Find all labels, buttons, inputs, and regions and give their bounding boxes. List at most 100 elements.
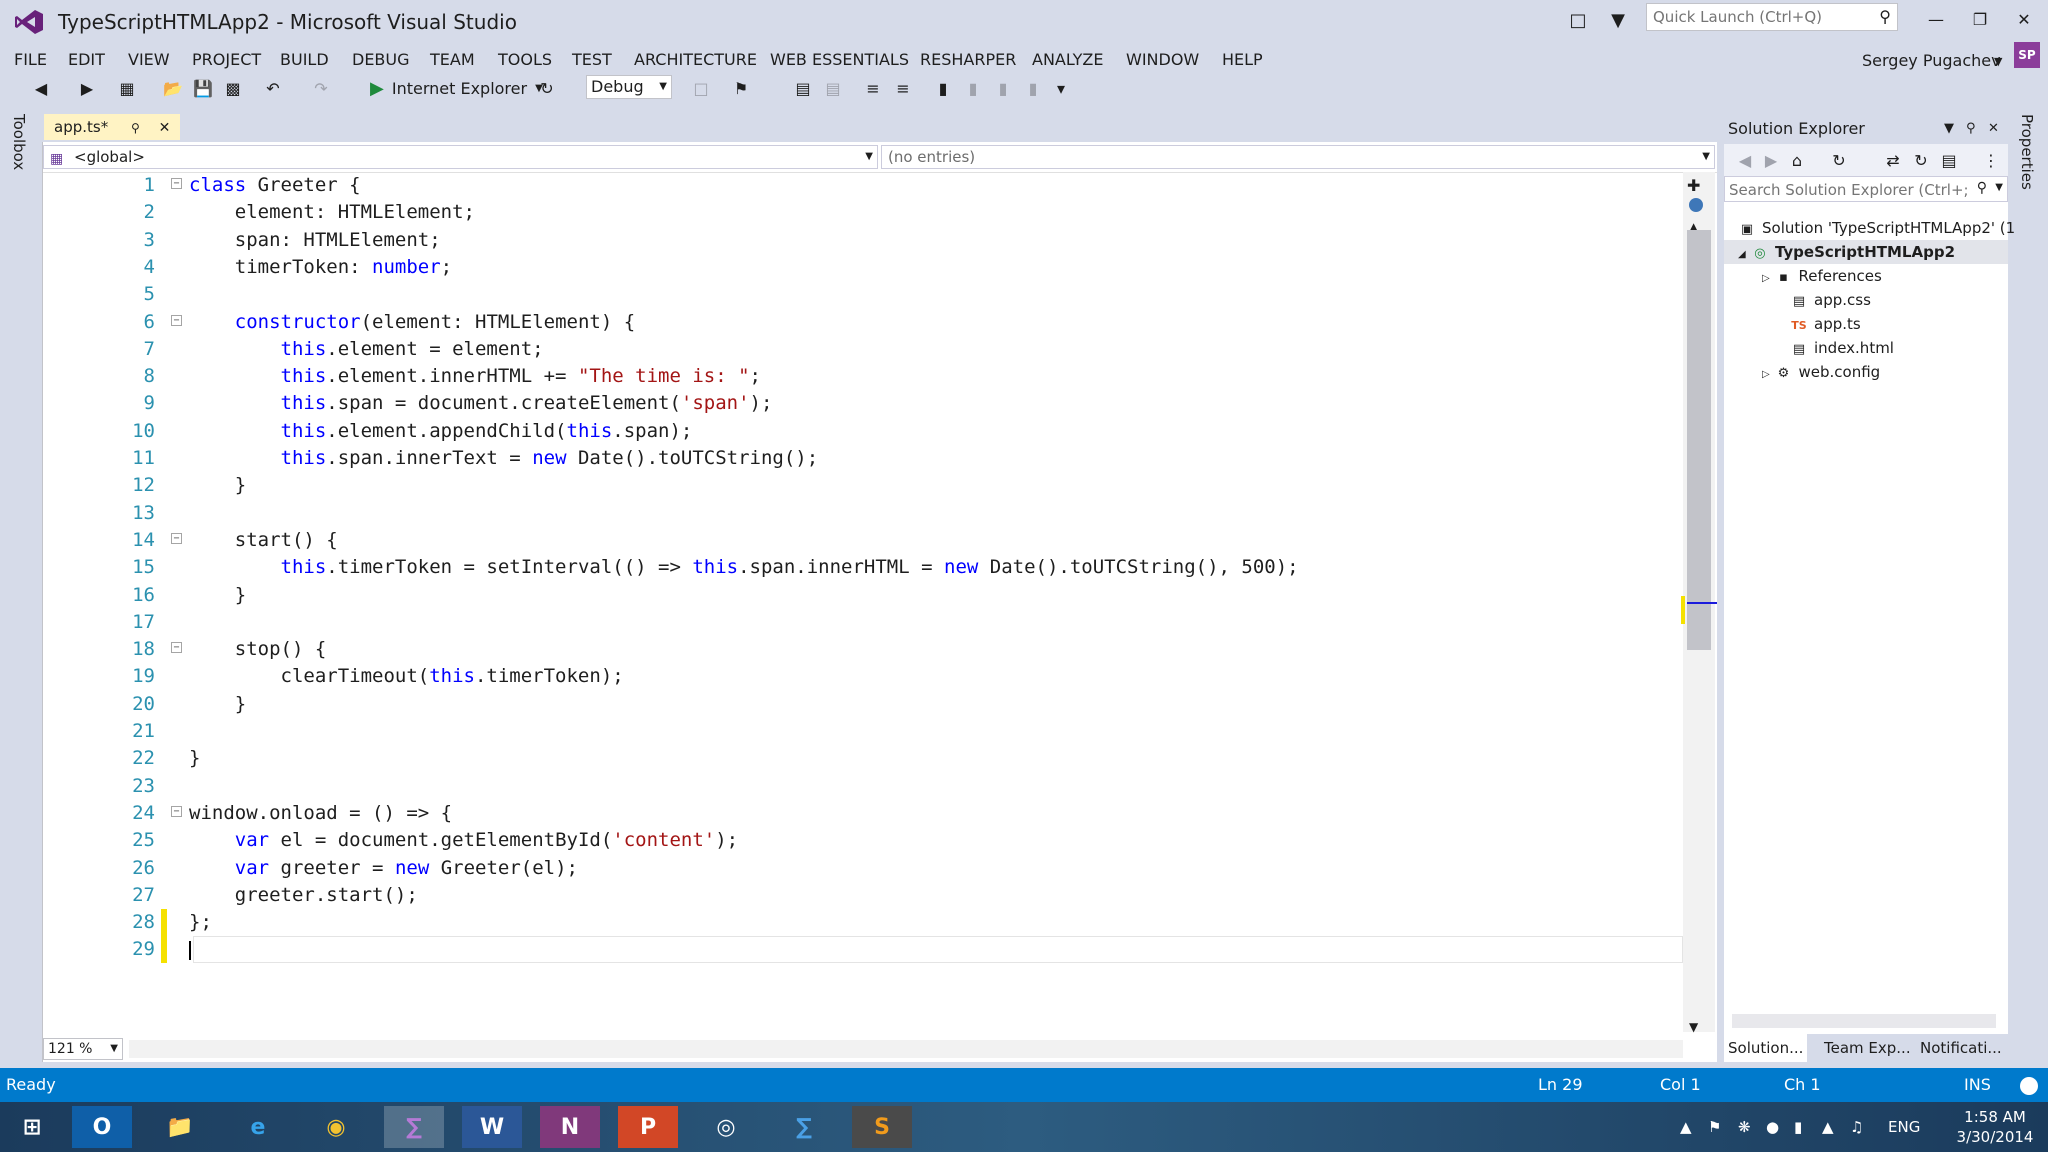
code-line[interactable]: 21 <box>43 718 1683 745</box>
toolbar-overflow-icon[interactable]: ▾ <box>1050 77 1072 99</box>
code-line[interactable]: 15 this.timerToken = setInterval(() => t… <box>43 554 1683 581</box>
sync-tray-icon[interactable]: ● <box>1766 1102 1779 1152</box>
map-mode-icon[interactable] <box>1689 198 1703 212</box>
chevron-down-icon[interactable]: ▼ <box>1995 182 2003 193</box>
code-line[interactable]: 19 clearTimeout(this.timerToken); <box>43 663 1683 690</box>
code-line[interactable]: 8 this.element.innerHTML += "The time is… <box>43 363 1683 390</box>
quick-launch[interactable]: ⚲ <box>1646 3 1898 31</box>
zoom-select[interactable]: 121 % ▼ <box>43 1038 123 1060</box>
outlook-icon[interactable]: O <box>72 1106 132 1148</box>
find-icon[interactable]: ⚑ <box>730 77 752 99</box>
code-line[interactable]: 20 } <box>43 691 1683 718</box>
visual-studio-2-icon[interactable]: ∑ <box>774 1106 834 1148</box>
code-line[interactable]: 10 this.element.appendChild(this.span); <box>43 418 1683 445</box>
undo-icon[interactable]: ↶ <box>262 77 284 99</box>
code-line[interactable]: 23 <box>43 773 1683 800</box>
tree-item-app-css[interactable]: ▤ app.css <box>1790 288 1871 312</box>
code-line[interactable]: 28}; <box>43 909 1683 937</box>
code-line[interactable]: 4 timerToken: number; <box>43 254 1683 281</box>
indent-icon[interactable]: ≡ <box>862 77 884 99</box>
back-icon[interactable]: ◀ <box>30 77 52 99</box>
code-line[interactable]: 13 <box>43 500 1683 527</box>
show-hidden-icons-icon[interactable]: ▲ <box>1680 1102 1692 1152</box>
scope-dropdown[interactable]: ▦ <global> ▼ <box>43 145 878 169</box>
solution-search[interactable]: ⚲ ▼ <box>1724 176 2008 203</box>
history-icon[interactable]: ↻ <box>1828 149 1850 171</box>
battery-icon[interactable]: ▮ <box>1794 1102 1802 1152</box>
more-options-icon[interactable]: ⋮ <box>1980 149 2002 171</box>
members-dropdown[interactable]: (no entries) ▼ <box>881 145 1715 169</box>
powerpoint-icon[interactable]: P <box>618 1106 678 1148</box>
chevron-down-icon[interactable]: ▼ <box>1994 55 2002 68</box>
refresh-icon[interactable]: ↻ <box>536 77 558 99</box>
code-line[interactable]: 11 this.span.innerText = new Date().toUT… <box>43 445 1683 472</box>
visual-studio-icon[interactable]: ∑ <box>384 1106 444 1148</box>
code-line[interactable]: 5 <box>43 281 1683 308</box>
code-line[interactable]: 22} <box>43 745 1683 772</box>
code-line[interactable]: 6 − constructor(element: HTMLElement) { <box>43 309 1683 336</box>
tab-team-explorer[interactable]: Team Exp... <box>1824 1034 1911 1062</box>
code-area[interactable]: 1− class Greeter {2 element: HTMLElement;… <box>43 172 1683 992</box>
forward-icon[interactable]: ▶ <box>1760 149 1782 171</box>
feedback-icon[interactable]: □ <box>1566 8 1590 32</box>
pin-icon[interactable]: ⚲ <box>1966 114 1976 144</box>
tree-item-web-config[interactable]: ▷ ⚙ web.config <box>1762 360 1880 384</box>
code-line[interactable]: 24 − window.onload = () => { <box>43 800 1683 827</box>
toolbox-tab[interactable]: Toolbox <box>10 114 28 170</box>
home-icon[interactable]: ⌂ <box>1786 149 1808 171</box>
close-icon[interactable]: ✕ <box>159 120 171 136</box>
code-line[interactable]: 7 this.element = element; <box>43 336 1683 363</box>
code-line[interactable]: 3 span: HTMLElement; <box>43 227 1683 254</box>
avatar[interactable]: SP <box>2014 42 2040 68</box>
new-project-icon[interactable]: ▦ <box>116 77 138 99</box>
scroll-down-icon[interactable]: ▼ <box>1689 1020 1698 1034</box>
tree-project[interactable]: ◢ ◎ TypeScriptHTMLApp2 <box>1724 240 2008 264</box>
collapse-outline-icon[interactable]: − <box>171 314 182 326</box>
tab-app-ts[interactable]: app.ts* ⚲ ✕ <box>44 114 181 140</box>
tab-solution-explorer[interactable]: Solution... <box>1724 1034 1808 1062</box>
search-icon[interactable]: ⚲ <box>1879 7 1891 26</box>
code-line[interactable]: 18 − stop() { <box>43 636 1683 663</box>
onenote-icon[interactable]: N <box>540 1106 600 1148</box>
tab-notifications[interactable]: Notificati... <box>1920 1034 2002 1062</box>
outdent-icon[interactable]: ≡ <box>892 77 914 99</box>
filter-icon[interactable]: ▼ <box>1606 8 1630 32</box>
code-line[interactable]: 29 <box>43 936 1683 964</box>
code-line[interactable]: 1 − class Greeter { <box>43 172 1683 199</box>
tree-item-references[interactable]: ▷ ▪ References <box>1762 264 1882 288</box>
pin-icon[interactable]: ⚲ <box>131 121 140 135</box>
file-explorer-icon[interactable]: 📁 <box>150 1106 210 1148</box>
volume-icon[interactable]: ♫ <box>1850 1102 1863 1152</box>
restore-button[interactable]: ❐ <box>1962 6 1998 32</box>
start-button-icon[interactable]: ⊞ <box>2 1106 62 1148</box>
code-line[interactable]: 9 this.span = document.createElement('sp… <box>43 390 1683 417</box>
tree-item-app-ts[interactable]: TS app.ts <box>1790 312 1860 336</box>
code-line[interactable]: 12 } <box>43 472 1683 499</box>
solution-horizontal-scrollbar[interactable] <box>1732 1014 1996 1028</box>
collapsed-arrow-icon[interactable]: ▷ <box>1762 369 1770 380</box>
clock[interactable]: 1:58 AM 3/30/2014 <box>1950 1107 2040 1147</box>
code-line[interactable]: 26 var greeter = new Greeter(el); <box>43 855 1683 882</box>
sync-icon[interactable]: ⇄ <box>1882 149 1904 171</box>
flag-icon[interactable]: ⚑ <box>1708 1102 1721 1152</box>
chrome-icon[interactable]: ◉ <box>306 1106 366 1148</box>
code-line[interactable]: 27 greeter.start(); <box>43 882 1683 909</box>
input-language[interactable]: ENG <box>1888 1102 1920 1152</box>
start-debugging-button[interactable]: ▶ Internet Explorer ▼ <box>370 76 543 100</box>
minimize-button[interactable]: — <box>1918 6 1954 32</box>
solution-config-select[interactable]: Debug ▼ <box>586 75 672 99</box>
code-line[interactable]: 17 <box>43 609 1683 636</box>
code-line[interactable]: 2 element: HTMLElement; <box>43 199 1683 226</box>
bookmark-icon[interactable]: ▮ <box>932 77 954 99</box>
quick-launch-input[interactable] <box>1647 4 1874 30</box>
notification-icon[interactable] <box>2020 1077 2038 1095</box>
code-line[interactable]: 16 } <box>43 582 1683 609</box>
word-icon[interactable]: W <box>462 1106 522 1148</box>
collapse-outline-icon[interactable]: − <box>171 805 182 817</box>
solution-search-input[interactable] <box>1725 177 1971 203</box>
split-icon[interactable]: ✚ <box>1687 176 1700 195</box>
network-app-icon[interactable]: ◎ <box>696 1106 756 1148</box>
tree-item-index-html[interactable]: ▤ index.html <box>1790 336 1894 360</box>
internet-explorer-icon[interactable]: e <box>228 1106 288 1148</box>
forward-icon[interactable]: ▶ <box>76 77 98 99</box>
